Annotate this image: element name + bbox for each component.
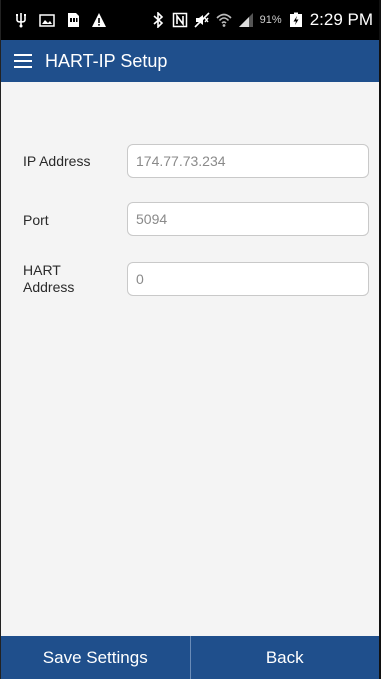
app-frame: 91% 2:29 PM HART-IP Setup IP Address Por…	[0, 0, 381, 679]
signal-icon	[238, 12, 254, 28]
status-time: 2:29 PM	[309, 10, 373, 29]
bottom-action-bar: Save Settings Back	[1, 636, 379, 679]
hart-address-input[interactable]	[127, 262, 369, 296]
nfc-icon	[172, 12, 188, 28]
status-icons-right: 91% 2:29 PM	[150, 0, 373, 40]
image-icon	[39, 12, 55, 28]
hart-address-label: HART Address	[23, 262, 75, 295]
hamburger-menu-icon[interactable]	[3, 40, 43, 82]
battery-charging-icon	[288, 12, 304, 28]
port-label: Port	[23, 212, 49, 228]
status-bar: 91% 2:29 PM	[1, 0, 379, 40]
wifi-icon	[216, 12, 232, 28]
page-title: HART-IP Setup	[45, 50, 168, 71]
save-settings-button[interactable]: Save Settings	[1, 636, 190, 679]
port-input[interactable]	[127, 202, 369, 236]
warning-icon	[91, 12, 107, 28]
usb-icon	[13, 12, 29, 28]
bluetooth-icon	[150, 12, 166, 28]
ip-address-label: IP Address	[23, 153, 91, 169]
mute-icon	[194, 12, 210, 28]
app-bar: HART-IP Setup	[1, 40, 379, 82]
status-icons-left	[13, 0, 107, 40]
settings-form: IP Address Port HART Address	[1, 82, 379, 636]
back-button[interactable]: Back	[189, 636, 379, 679]
sd-card-icon	[65, 12, 81, 28]
ip-address-input[interactable]	[127, 144, 369, 178]
battery-percent: 91%	[259, 14, 282, 26]
